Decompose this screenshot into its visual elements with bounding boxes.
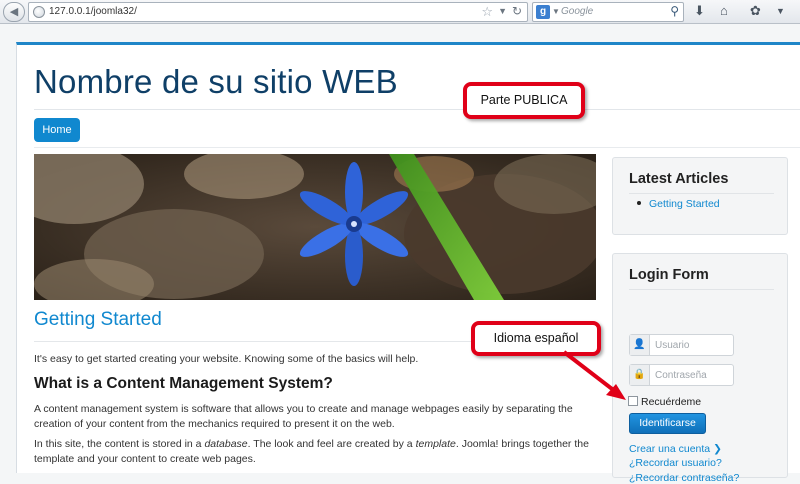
remember-me[interactable]: Recuérdeme (628, 396, 701, 408)
section-heading: What is a Content Management System? (34, 375, 333, 392)
home-icon[interactable]: ⌂ (720, 3, 728, 18)
address-bar[interactable]: 127.0.0.1/joomla32/ ☆ ▼ ↻ (28, 2, 528, 22)
article-title[interactable]: Getting Started (34, 309, 162, 331)
public-part-callout: Parte PUBLICA (463, 82, 585, 119)
globe-icon (33, 6, 45, 18)
password-field[interactable]: 🔒 (629, 364, 734, 386)
hero-image (34, 154, 596, 300)
create-account-link[interactable]: Crear una cuenta ❯ (629, 443, 722, 455)
header-divider (34, 109, 800, 110)
password-input[interactable] (653, 365, 733, 385)
bullet-icon (637, 201, 641, 205)
addon-icon[interactable]: ✿ (750, 3, 761, 19)
site-title[interactable]: Nombre de su sitio WEB (34, 63, 398, 101)
article-paragraph: In this site, the content is stored in a… (34, 437, 596, 467)
search-icon[interactable]: ⚲ (670, 4, 679, 18)
reload-icon[interactable]: ↻ (512, 4, 522, 18)
emphasis-text: template (415, 438, 456, 450)
login-submit-button[interactable]: Identificarse (629, 413, 706, 434)
url-text: 127.0.0.1/joomla32/ (49, 6, 137, 17)
bookmark-star-icon[interactable]: ☆ (481, 4, 493, 20)
engine-dropdown-icon[interactable]: ▼ (552, 7, 560, 16)
latest-articles-module: Latest Articles Getting Started (612, 157, 788, 235)
username-field[interactable]: 👤 (629, 334, 734, 356)
remember-label: Recuérdeme (641, 396, 702, 408)
article-paragraph: A content management system is software … (34, 403, 573, 430)
browser-toolbar: ◀ 127.0.0.1/joomla32/ ☆ ▼ ↻ g ▼ Google ⚲… (0, 0, 800, 24)
emphasis-text: database (204, 438, 248, 450)
module-title: Latest Articles (629, 171, 729, 187)
forgot-username-link[interactable]: ¿Recordar usuario? (629, 457, 722, 469)
search-bar[interactable]: g ▼ Google ⚲ (532, 2, 684, 22)
login-form-module: Login Form 👤 🔒 Recuérdeme Identificarse … (612, 253, 788, 484)
user-icon: 👤 (630, 335, 650, 355)
chevron-right-icon: ❯ (713, 443, 722, 455)
latest-article-link[interactable]: Getting Started (649, 198, 720, 210)
forgot-password-link[interactable]: ¿Recordar contraseña? (629, 472, 739, 484)
search-engine-icon[interactable]: g (536, 5, 550, 19)
search-placeholder: Google (561, 6, 594, 17)
arrow-icon (562, 350, 626, 400)
download-icon[interactable]: ⬇ (694, 3, 705, 19)
menu-dropdown-icon[interactable]: ▼ (776, 6, 785, 16)
nav-home-button[interactable]: Home (34, 118, 80, 142)
module-title: Login Form (629, 267, 709, 283)
module-divider (629, 193, 774, 194)
link-label: Crear una cuenta (629, 443, 711, 455)
username-input[interactable] (653, 335, 733, 355)
back-button[interactable]: ◀ (3, 2, 25, 22)
text-fragment: . The look and feel are created by a (247, 438, 416, 450)
page-container: Nombre de su sitio WEB Home Getting Star… (16, 42, 800, 484)
menu-divider (34, 147, 800, 148)
text-fragment: In this site, the content is stored in a (34, 438, 205, 450)
history-dropdown-icon[interactable]: ▼ (498, 6, 507, 16)
lock-icon: 🔒 (630, 365, 650, 385)
module-divider (629, 289, 774, 290)
